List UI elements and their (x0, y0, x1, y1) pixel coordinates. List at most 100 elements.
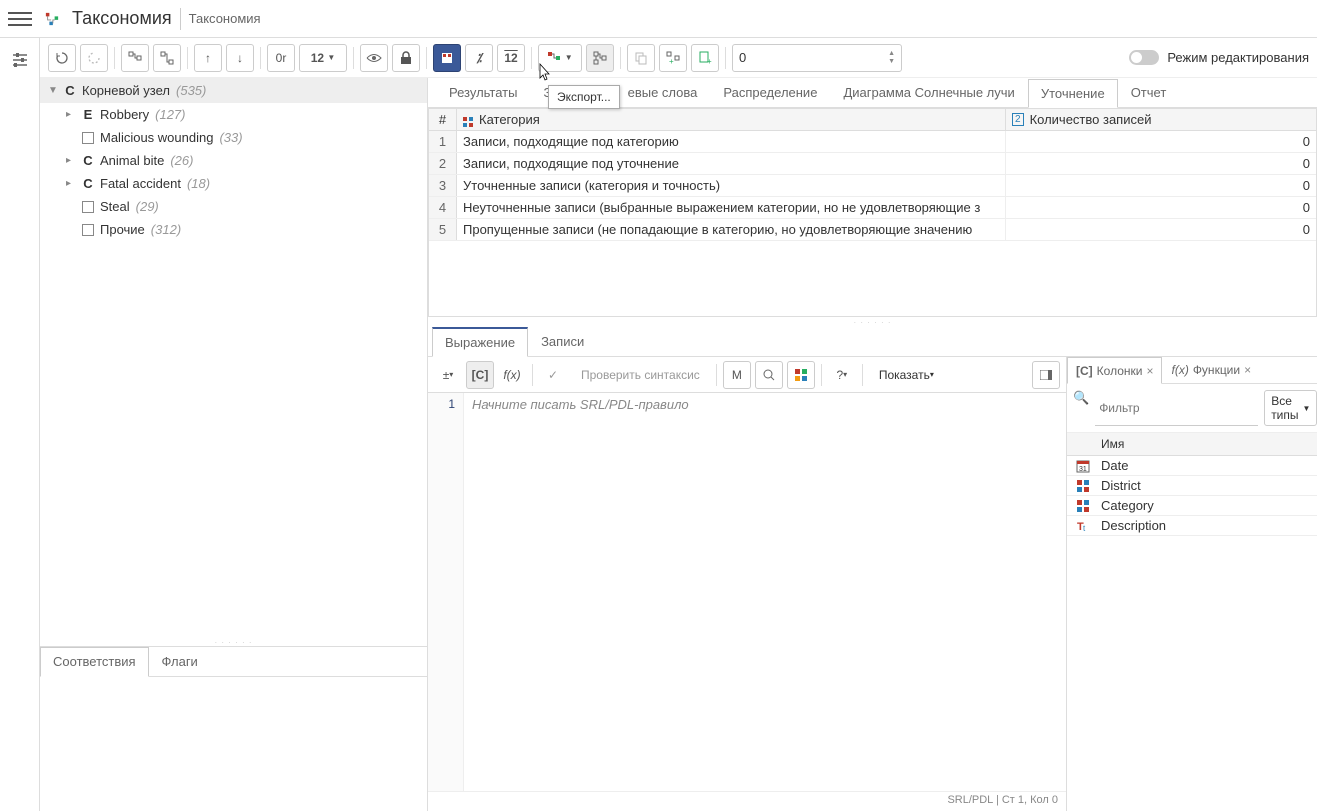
col-header-count[interactable]: 2 Количество записей (1006, 109, 1316, 130)
column-name: District (1101, 478, 1141, 493)
filter-input[interactable] (1095, 390, 1258, 426)
row-category: Уточненные записи (категория и точность) (457, 175, 1006, 196)
fx-button[interactable]: f(x) (498, 361, 526, 389)
check-icon[interactable]: ✓ (539, 361, 567, 389)
zoom-button[interactable] (755, 361, 783, 389)
caret-down-icon: ▼ (48, 85, 58, 96)
export-tooltip: Экспорт... (548, 85, 620, 109)
refresh-button[interactable] (48, 44, 76, 72)
close-icon[interactable]: × (1244, 363, 1251, 377)
export-button[interactable] (586, 44, 614, 72)
lock-icon[interactable] (392, 44, 420, 72)
number-input[interactable]: 0 ▲▼ (732, 44, 902, 72)
revert-button[interactable] (80, 44, 108, 72)
tab-sunburst[interactable]: Диаграмма Солнечные лучи (830, 78, 1027, 107)
cal12-button[interactable]: 12 (497, 44, 525, 72)
copy-button[interactable] (627, 44, 655, 72)
table-row[interactable]: 3Уточненные записи (категория и точность… (429, 175, 1316, 197)
columns-list-header[interactable]: Имя (1067, 433, 1317, 456)
hamburger-menu[interactable] (8, 7, 32, 31)
column-name: Date (1101, 458, 1128, 473)
row-category: Записи, подходящие под уточнение (457, 153, 1006, 174)
horizontal-splitter-2[interactable]: · · · · · · (428, 317, 1317, 327)
c-bracket-button[interactable]: [C] (466, 361, 494, 389)
horizontal-splitter[interactable]: · · · · · · (40, 638, 427, 646)
percent-button[interactable]: ⁒ (465, 44, 493, 72)
close-icon[interactable]: × (1146, 364, 1153, 378)
tab-flags[interactable]: Флаги (149, 647, 211, 676)
tree-expand-button[interactable] (121, 44, 149, 72)
tree-node[interactable]: ▸CAnimal bite(26) (40, 149, 427, 172)
node-label: Robbery (100, 107, 149, 122)
db-button[interactable] (433, 44, 461, 72)
row-category: Записи, подходящие под категорию (457, 131, 1006, 152)
check-syntax-button[interactable]: Проверить синтаксис (571, 361, 710, 389)
doc-icon (82, 201, 94, 213)
expand-panel-button[interactable] (1032, 361, 1060, 389)
column-item[interactable]: Category (1067, 496, 1317, 516)
spinner-down[interactable]: ▼ (888, 58, 895, 65)
table-row[interactable]: 4Неуточненные записи (выбранные выражени… (429, 197, 1316, 219)
column-item[interactable]: 31Date (1067, 456, 1317, 476)
code-editor[interactable]: Начните писать SRL/PDL-правило (464, 393, 1066, 791)
types-dropdown[interactable]: Все типы ▼ (1264, 390, 1317, 426)
tab-matches[interactable]: Соответствия (40, 647, 149, 677)
tree-node[interactable]: Malicious wounding(33) (40, 126, 427, 149)
tab-functions[interactable]: f(x) Функции × (1162, 357, 1260, 383)
doc-add-button[interactable]: + (691, 44, 719, 72)
tab-expr-records[interactable]: Записи (528, 327, 597, 356)
node-count: (18) (187, 176, 210, 191)
column-item[interactable]: District (1067, 476, 1317, 496)
arrow-up-button[interactable]: ↑ (194, 44, 222, 72)
show-dropdown[interactable]: Показать ▾ (869, 361, 944, 389)
node-type: C (82, 176, 94, 191)
sliders-icon[interactable] (6, 46, 34, 74)
tree-root-node[interactable]: ▼ C Корневой узел (535) (40, 78, 427, 103)
tab-report[interactable]: Отчет (1118, 78, 1180, 107)
breadcrumb: Таксономия (189, 11, 261, 26)
col-header-num[interactable]: # (429, 109, 457, 130)
cal12-value: 12 (504, 51, 517, 65)
color-grid-button[interactable] (787, 361, 815, 389)
table-row[interactable]: 1Записи, подходящие под категорию0 (429, 131, 1316, 153)
tree-collapse-button[interactable] (153, 44, 181, 72)
table-row[interactable]: 5Пропущенные записи (не попадающие в кат… (429, 219, 1316, 241)
eye-icon[interactable] (360, 44, 388, 72)
doc-icon (82, 224, 94, 236)
col-header-category-label: Категория (479, 112, 540, 127)
tree-node[interactable]: ▸ERobbery(127) (40, 103, 427, 126)
tree-node[interactable]: Прочие(312) (40, 218, 427, 241)
column-item[interactable]: TtDescription (1067, 516, 1317, 536)
svg-text:t: t (1083, 524, 1086, 533)
arrow-down-button[interactable]: ↓ (226, 44, 254, 72)
tree-add-button[interactable]: + (659, 44, 687, 72)
or-button[interactable]: 0r (267, 44, 295, 72)
node-count: (29) (136, 199, 159, 214)
col-header-category[interactable]: Категория (457, 109, 1006, 130)
tab-expression[interactable]: Выражение (432, 327, 528, 357)
tab-keywords-partial[interactable]: евые слова (627, 78, 711, 107)
caret-icon: ▸ (66, 155, 76, 166)
category-table: # Категория 2 Количество записей 1Записи… (428, 108, 1317, 317)
m-button[interactable]: M (723, 361, 751, 389)
numeric-icon: 2 (1012, 113, 1024, 126)
row-num: 2 (429, 153, 457, 174)
help-dropdown[interactable]: ? ▾ (828, 361, 856, 389)
row-category: Пропущенные записи (не попадающие в кате… (457, 219, 1006, 240)
tab-distribution[interactable]: Распределение (710, 78, 830, 107)
tree-node[interactable]: ▸CFatal accident(18) (40, 172, 427, 195)
tab-refinement[interactable]: Уточнение (1028, 79, 1118, 108)
node-type: C (64, 83, 76, 98)
tree-node[interactable]: Steal(29) (40, 195, 427, 218)
spinner-up[interactable]: ▲ (888, 50, 895, 57)
tab-columns[interactable]: [C] Колонки × (1067, 357, 1162, 384)
twelve-dropdown[interactable]: 12 ▼ (299, 44, 347, 72)
tab-results[interactable]: Результаты (436, 78, 530, 107)
table-row[interactable]: 2Записи, подходящие под уточнение0 (429, 153, 1316, 175)
edit-mode-label: Режим редактирования (1167, 50, 1309, 65)
title-separator (180, 8, 181, 30)
column-name: Category (1101, 498, 1154, 513)
edit-mode-toggle[interactable] (1129, 50, 1159, 65)
plus-minus-dropdown[interactable]: ± ▾ (434, 361, 462, 389)
row-count: 0 (1006, 153, 1316, 174)
